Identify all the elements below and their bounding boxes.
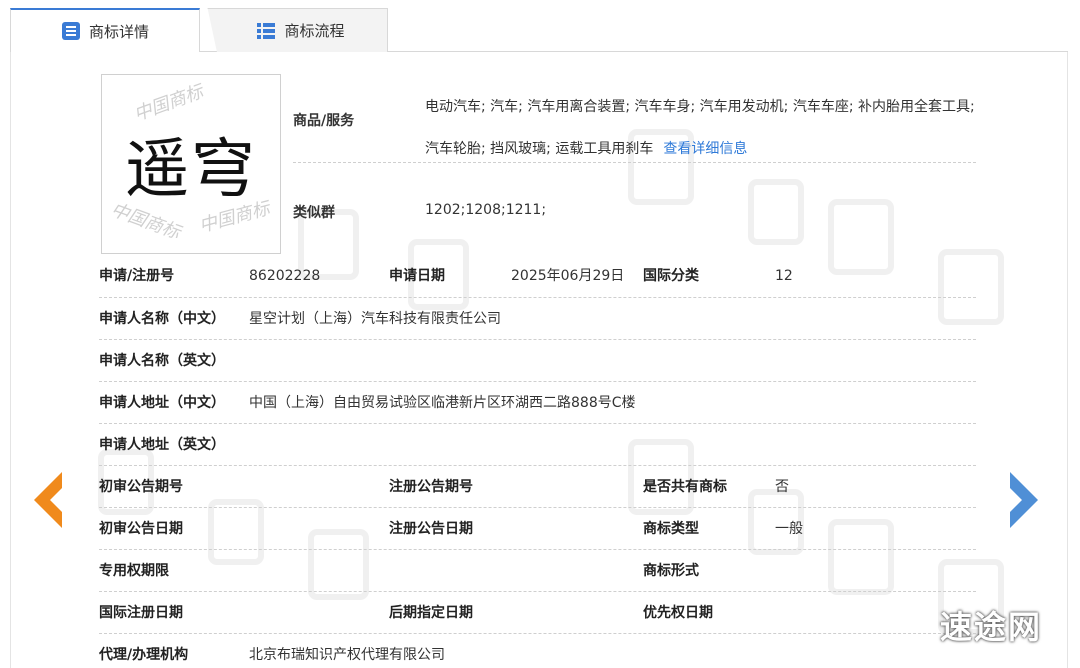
table-row: 申请人地址（中文） 中国（上海）自由贸易试验区临港新片区环湖西二路888号C楼 xyxy=(99,381,976,423)
table-row: 初审公告日期 注册公告日期 商标类型 一般 xyxy=(99,507,976,549)
field-label: 是否共有商标 xyxy=(643,479,727,495)
similar-group-value: 1202;1208;1211; xyxy=(425,202,547,218)
field-label: 注册公告日期 xyxy=(389,521,473,537)
tab-bar: 商标详情 商标流程 xyxy=(10,8,1068,53)
field-value: 星空计划（上海）汽车科技有限责任公司 xyxy=(249,311,501,327)
trademark-detail-panel: 中国商标 中国商标 中国商标 遥穹 商品/服务 电动汽车; 汽车; 汽车用离合装… xyxy=(10,52,1068,668)
goods-services-value: 电动汽车; 汽车; 汽车用离合装置; 汽车车身; 汽车用发动机; 汽车车座; 补… xyxy=(425,86,985,170)
table-row: 代理/办理机构 北京布瑞知识产权代理有限公司 xyxy=(99,633,976,668)
field-value: 12 xyxy=(775,268,793,284)
field-label: 初审公告期号 xyxy=(99,479,183,495)
field-label: 注册公告期号 xyxy=(389,479,473,495)
view-details-link[interactable]: 查看详细信息 xyxy=(663,141,747,157)
field-label: 国际注册日期 xyxy=(99,605,183,621)
similar-group-label: 类似群 xyxy=(293,205,335,221)
field-label: 商标类型 xyxy=(643,521,699,537)
goods-services-label: 商品/服务 xyxy=(293,113,355,129)
tab-label: 商标详情 xyxy=(88,22,149,41)
field-label: 申请/注册号 xyxy=(99,268,175,284)
field-value: 北京布瑞知识产权代理有限公司 xyxy=(249,647,445,663)
grid-list-icon xyxy=(257,22,276,39)
field-value: 否 xyxy=(775,479,789,495)
table-row: 申请/注册号 86202228 申请日期 2025年06月29日 国际分类 12 xyxy=(99,255,976,297)
field-label: 代理/办理机构 xyxy=(99,647,189,663)
trademark-mark-text: 遥穹 xyxy=(125,133,257,207)
field-label: 申请人名称（中文） xyxy=(99,311,225,327)
field-value: 中国（上海）自由贸易试验区临港新片区环湖西二路888号C楼 xyxy=(249,395,636,411)
field-label: 申请人地址（中文） xyxy=(99,395,225,411)
table-row: 专用权期限 商标形式 xyxy=(99,549,976,591)
field-value: 2025年06月29日 xyxy=(511,268,625,284)
chevron-left-icon[interactable] xyxy=(28,468,68,532)
tab-trademark-process[interactable]: 商标流程 xyxy=(207,8,388,52)
table-row: 申请人名称（英文） xyxy=(99,339,976,381)
table-row: 申请人名称（中文） 星空计划（上海）汽车科技有限责任公司 xyxy=(99,297,976,339)
site-watermark-logo: 速途网 xyxy=(940,608,1043,646)
field-label: 国际分类 xyxy=(643,268,699,284)
document-list-icon xyxy=(61,22,80,40)
field-value: 86202228 xyxy=(249,268,321,284)
field-label: 申请人地址（英文） xyxy=(99,437,225,453)
table-row: 国际注册日期 后期指定日期 优先权日期 xyxy=(99,591,976,633)
trademark-image: 中国商标 中国商标 中国商标 遥穹 xyxy=(101,74,281,254)
field-label: 优先权日期 xyxy=(643,605,713,621)
field-label: 初审公告日期 xyxy=(99,521,183,537)
table-row: 初审公告期号 注册公告期号 是否共有商标 否 xyxy=(99,465,976,507)
field-label: 申请日期 xyxy=(389,268,445,284)
field-label: 商标形式 xyxy=(643,563,699,579)
divider xyxy=(293,162,976,163)
tab-label: 商标流程 xyxy=(284,22,345,40)
detail-table: 申请/注册号 86202228 申请日期 2025年06月29日 国际分类 12… xyxy=(99,255,976,668)
field-label: 后期指定日期 xyxy=(389,605,473,621)
tab-trademark-details[interactable]: 商标详情 xyxy=(10,8,200,53)
chevron-right-icon[interactable] xyxy=(1004,468,1044,532)
table-row: 申请人地址（英文） xyxy=(99,423,976,465)
field-label: 专用权期限 xyxy=(99,563,169,579)
field-label: 申请人名称（英文） xyxy=(99,353,225,369)
field-value: 一般 xyxy=(775,521,803,537)
